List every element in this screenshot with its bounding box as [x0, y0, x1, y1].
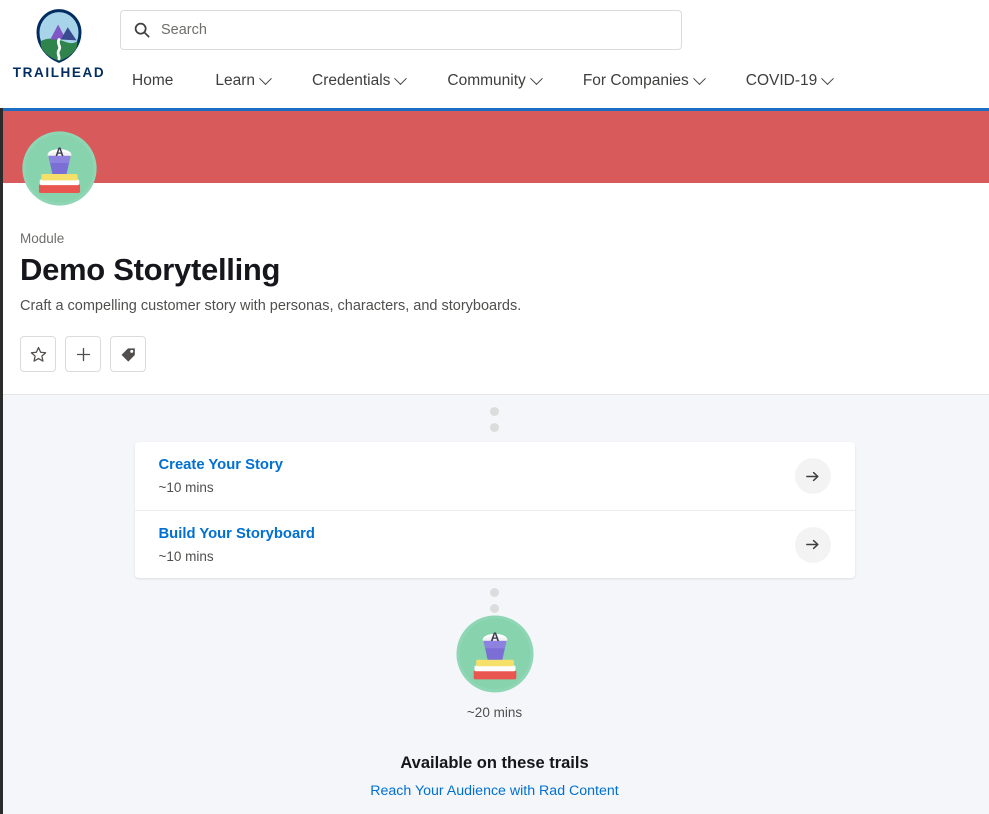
trail-link[interactable]: Reach Your Audience with Rad Content [370, 783, 618, 799]
list-item[interactable]: Build Your Storyboard ~10 mins [134, 510, 855, 578]
favorite-button[interactable] [20, 336, 56, 372]
chevron-down-icon [692, 71, 706, 85]
search-icon [134, 22, 150, 38]
unit-duration: ~10 mins [158, 548, 214, 564]
svg-text:A: A [490, 630, 499, 644]
svg-text:A: A [55, 145, 64, 159]
plus-icon [76, 347, 90, 361]
trailhead-module-page: TRAILHEAD Home Learn Credent [0, 0, 989, 814]
nav-item-home[interactable]: Home [128, 68, 194, 94]
tag-icon [121, 347, 135, 362]
module-body: Create Your Story ~10 mins Build Your St… [0, 394, 989, 814]
nav-label-community: Community [447, 72, 526, 89]
unit-duration: ~10 mins [158, 480, 214, 495]
module-badge-cupcake-books-icon: A [22, 131, 97, 206]
module-hero-banner [0, 111, 989, 183]
module-action-row [20, 336, 989, 372]
path-connector-bottom [0, 578, 989, 613]
viewport-left-edge [0, 108, 3, 814]
nav-label-covid-19: COVID-19 [745, 72, 818, 89]
chevron-down-icon [529, 71, 543, 85]
nav-item-credentials[interactable]: Credentials [291, 68, 426, 94]
nav-label-learn: Learn [215, 72, 256, 89]
nav-item-covid-19[interactable]: COVID-19 [725, 68, 854, 94]
nav-item-for-companies[interactable]: For Companies [562, 68, 725, 94]
unit-info: Build Your Storyboard ~10 mins [159, 526, 315, 564]
available-trails-section: Available on these trails Reach Your Aud… [0, 754, 989, 800]
chevron-down-icon [821, 71, 835, 85]
add-to-trailmix-button[interactable] [65, 336, 101, 372]
list-item[interactable]: Create Your Story ~10 mins [135, 442, 855, 510]
nav-item-learn[interactable]: Learn [194, 68, 291, 94]
unit-info: Create Your Story ~10 mins [159, 457, 283, 495]
search-input[interactable] [161, 22, 669, 38]
module-kicker: Module [20, 231, 65, 246]
module-total-duration: ~20 mins [466, 705, 523, 720]
unit-title-link[interactable]: Build Your Storyboard [159, 526, 315, 542]
module-hero: A Module Demo Storytelling Craft a compe… [0, 131, 989, 394]
unit-open-button[interactable] [794, 458, 831, 494]
connector-dot [490, 604, 499, 613]
unit-open-button[interactable] [794, 526, 831, 563]
search-bar[interactable] [120, 10, 682, 50]
connector-dot [490, 407, 499, 416]
unit-list: Create Your Story ~10 mins Build Your St… [134, 442, 855, 578]
nav-label-for-companies: For Companies [582, 72, 689, 89]
unit-title-link[interactable]: Create Your Story [159, 457, 283, 473]
tags-button[interactable] [110, 336, 146, 372]
brand-wordmark: TRAILHEAD [12, 65, 106, 80]
nav-item-community[interactable]: Community [426, 68, 561, 94]
available-trails-heading: Available on these trails [400, 754, 589, 772]
connector-dot [490, 423, 499, 432]
star-icon [30, 346, 46, 362]
trailhead-mountain-badge-icon [36, 9, 82, 63]
nav-label-credentials: Credentials [312, 72, 391, 89]
site-header: TRAILHEAD Home Learn Credent [0, 0, 989, 108]
nav-label-home: Home [132, 72, 174, 89]
chevron-down-icon [259, 71, 272, 85]
brand-logo-link[interactable]: TRAILHEAD [0, 0, 118, 80]
main-navigation: Home Learn Credentials Community For Com… [128, 68, 979, 94]
connector-dot [490, 588, 499, 597]
arrow-right-icon [806, 539, 819, 550]
module-badge-cupcake-books-icon: A [455, 615, 534, 693]
arrow-right-icon [806, 471, 819, 481]
header-right: Home Learn Credentials Community For Com… [118, 0, 989, 94]
module-summary: A ~20 mins [0, 613, 989, 720]
path-connector-top [0, 395, 989, 432]
module-description: Craft a compelling customer story with p… [20, 298, 522, 314]
page-title: Demo Storytelling [20, 252, 281, 287]
chevron-down-icon [394, 71, 408, 85]
